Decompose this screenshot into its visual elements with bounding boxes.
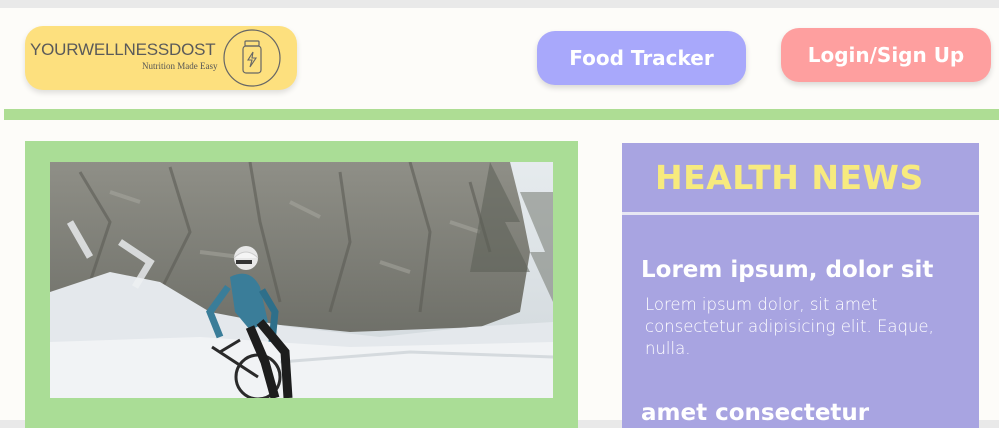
news-divider <box>622 212 979 215</box>
site-logo[interactable]: YOURWELLNESSDOST Nutrition Made Easy <box>25 26 297 90</box>
article-title-2[interactable]: amet consectetur <box>641 400 869 426</box>
article-title[interactable]: Lorem ipsum, dolor sit <box>641 257 933 283</box>
header-divider <box>4 109 999 120</box>
login-signup-label: Login/Sign Up <box>807 43 965 67</box>
hero-panel <box>25 141 578 428</box>
cyclist-snow-photo <box>50 162 553 398</box>
health-news-panel: HEALTH NEWS Lorem ipsum, dolor sit Lorem… <box>622 143 979 428</box>
food-tracker-label: Food Tracker <box>569 46 714 70</box>
page: YOURWELLNESSDOST Nutrition Made Easy Foo… <box>0 8 999 428</box>
logo-title: YOURWELLNESSDOST <box>30 40 216 59</box>
food-tracker-button[interactable]: Food Tracker <box>537 31 746 85</box>
logo-tagline: Nutrition Made Easy <box>142 61 218 71</box>
supplement-bottle-icon <box>223 29 281 87</box>
news-heading: HEALTH NEWS <box>655 158 924 197</box>
article-body: Lorem ipsum dolor, sit amet consectetur … <box>645 295 934 358</box>
login-signup-button[interactable]: Login/Sign Up <box>781 28 991 82</box>
